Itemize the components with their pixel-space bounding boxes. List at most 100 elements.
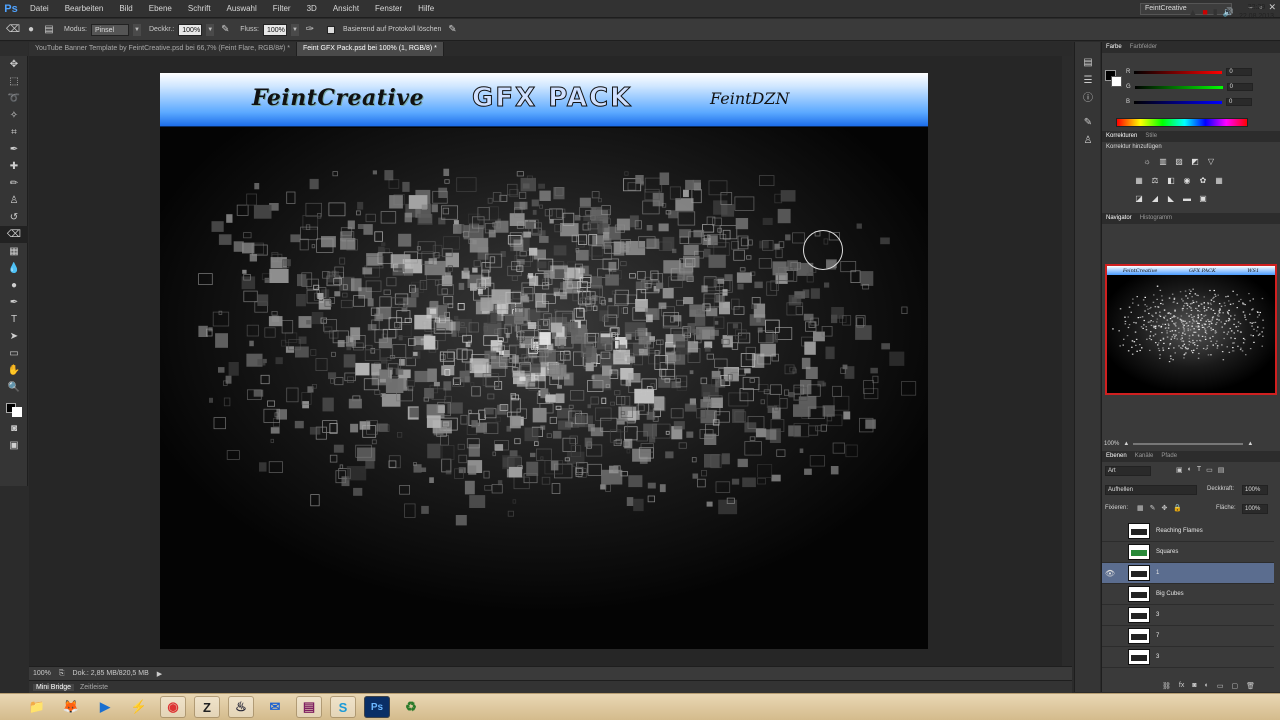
- new-adjustment-icon[interactable]: ◐: [1205, 682, 1209, 690]
- canvas-area[interactable]: FeintCreative GFX PACK FeintDZN: [29, 56, 1062, 666]
- shape-tool-icon[interactable]: ▭: [0, 345, 28, 362]
- menu-ansicht[interactable]: Ansicht: [325, 0, 367, 18]
- channel-r-value[interactable]: 0: [1226, 68, 1253, 76]
- pen-tool-icon[interactable]: ✒: [0, 294, 28, 311]
- filter-type-icon[interactable]: T: [1197, 466, 1201, 474]
- skype-icon[interactable]: S: [330, 696, 356, 718]
- curves-icon[interactable]: ▨: [1174, 157, 1184, 167]
- tab-gfx-pack[interactable]: Feint GFX Pack.psd bei 100% (1, RGB/8) *: [297, 42, 444, 56]
- tab-stile[interactable]: Stile: [1145, 131, 1157, 142]
- zoom-tool-icon[interactable]: 🔍: [0, 379, 28, 396]
- gradient-tool-icon[interactable]: ▦: [0, 243, 28, 260]
- zoom-in-icon[interactable]: ▲: [1247, 441, 1253, 447]
- tab-farbe[interactable]: Farbe: [1106, 42, 1122, 53]
- crop-tool-icon[interactable]: ⌗: [0, 124, 28, 141]
- tab-histogramm[interactable]: Histogramm: [1140, 213, 1172, 224]
- pressure-size-icon[interactable]: ✎: [445, 23, 459, 37]
- tab-ebenen[interactable]: Ebenen: [1106, 451, 1127, 462]
- channel-b-value[interactable]: 0: [1226, 98, 1253, 106]
- delete-layer-icon[interactable]: 🗑: [1246, 682, 1255, 690]
- slider-g-bar[interactable]: [1134, 85, 1223, 89]
- document-canvas[interactable]: FeintCreative GFX PACK FeintDZN: [160, 73, 928, 649]
- color-spectrum[interactable]: [1116, 118, 1248, 127]
- eyedropper-tool-icon[interactable]: ✒: [0, 141, 28, 158]
- history-brush-icon[interactable]: ↺: [0, 209, 28, 226]
- toolbar-grip[interactable]: [0, 42, 28, 56]
- filter-shape-icon[interactable]: ▭: [1206, 466, 1213, 474]
- menu-bild[interactable]: Bild: [111, 0, 140, 18]
- layer-row[interactable]: 3: [1102, 605, 1274, 626]
- new-group-icon[interactable]: ▭: [1217, 682, 1224, 690]
- layer-opacity-field[interactable]: 100%: [1242, 485, 1268, 495]
- info-panel-icon[interactable]: ⓘ: [1075, 90, 1101, 108]
- chevron-down-icon[interactable]: ▼: [290, 23, 299, 36]
- quick-mask-icon[interactable]: ◙: [0, 420, 28, 437]
- brush-panel-icon[interactable]: ✎: [1075, 114, 1101, 132]
- navigator-zoom[interactable]: 100%: [1104, 441, 1119, 447]
- menu-ebene[interactable]: Ebene: [141, 0, 180, 18]
- layer-style-icon[interactable]: fx: [1179, 682, 1184, 690]
- slider-r[interactable]: R 0: [1126, 67, 1276, 77]
- new-layer-icon[interactable]: ▢: [1231, 682, 1238, 690]
- add-mask-icon[interactable]: ◙: [1192, 682, 1196, 690]
- menu-bearbeiten[interactable]: Bearbeiten: [57, 0, 112, 18]
- clone-source-icon[interactable]: ♙: [1075, 132, 1101, 150]
- lock-transparent-icon[interactable]: ▦: [1137, 504, 1144, 512]
- tab-youtube-banner[interactable]: YouTube Banner Template by FeintCreative…: [29, 42, 297, 56]
- tab-farbfelder[interactable]: Farbfelder: [1130, 42, 1157, 53]
- properties-panel-icon[interactable]: ☰: [1075, 72, 1101, 90]
- lock-position-icon[interactable]: ✥: [1162, 504, 1168, 512]
- airbrush-icon[interactable]: ✑: [303, 23, 317, 37]
- color-balance-icon[interactable]: ⚖: [1150, 176, 1160, 186]
- zoom-slider[interactable]: [1133, 442, 1244, 445]
- chevron-down-icon[interactable]: ▼: [206, 23, 215, 36]
- type-tool-icon[interactable]: T: [0, 311, 28, 328]
- tab-zeitleiste[interactable]: Zeitleiste: [80, 684, 108, 691]
- opacity-field[interactable]: 100%: [178, 23, 203, 36]
- network-icon[interactable]: ▮: [1213, 7, 1218, 18]
- background-swatch[interactable]: [1111, 76, 1122, 87]
- fill-field[interactable]: 100%: [1242, 504, 1268, 514]
- clone-stamp-icon[interactable]: ♙: [0, 192, 28, 209]
- layer-row[interactable]: 7: [1102, 626, 1274, 647]
- threshold-icon[interactable]: ◣: [1166, 194, 1176, 204]
- menu-datei[interactable]: Datei: [22, 0, 57, 18]
- menu-auswahl[interactable]: Auswahl: [219, 0, 265, 18]
- path-select-icon[interactable]: ➤: [0, 328, 28, 345]
- steam-icon[interactable]: ♨: [228, 696, 254, 718]
- quick-select-tool-icon[interactable]: ✧: [0, 107, 28, 124]
- tab-pfade[interactable]: Pfade: [1161, 451, 1177, 462]
- clock[interactable]: 22:29 22.08.2013: [1239, 3, 1274, 21]
- color-swatches-icon[interactable]: [0, 396, 28, 420]
- channel-g-value[interactable]: 0: [1226, 83, 1253, 91]
- screen-mode-icon[interactable]: ▣: [0, 437, 28, 454]
- black-white-icon[interactable]: ◧: [1166, 176, 1176, 186]
- zorin-icon[interactable]: Z: [194, 696, 220, 718]
- filter-adjust-icon[interactable]: ◐: [1188, 466, 1192, 474]
- winrar-icon[interactable]: ▤: [296, 696, 322, 718]
- navigator-thumbnail[interactable]: FeintCreative GFX PACK WS1: [1105, 264, 1277, 395]
- visibility-eye-icon[interactable]: 👁: [1102, 569, 1118, 578]
- selective-color-icon[interactable]: ▣: [1198, 194, 1208, 204]
- blur-tool-icon[interactable]: 💧: [0, 260, 28, 277]
- menu-3d[interactable]: 3D: [299, 0, 325, 18]
- mode-select[interactable]: Pinsel: [90, 23, 129, 36]
- flow-field[interactable]: 100%: [262, 23, 287, 36]
- hand-tool-icon[interactable]: ✋: [0, 362, 28, 379]
- volume-icon[interactable]: 🔊: [1223, 7, 1234, 18]
- history-erase-checkbox[interactable]: [326, 25, 335, 34]
- zoom-out-icon[interactable]: ▲: [1123, 441, 1129, 447]
- tab-mini-bridge[interactable]: Mini Bridge: [33, 683, 75, 691]
- menu-fenster[interactable]: Fenster: [367, 0, 410, 18]
- explorer-icon[interactable]: 📁: [24, 696, 50, 718]
- blend-mode-select[interactable]: Aufhellen: [1105, 485, 1197, 495]
- slider-b[interactable]: B 0: [1126, 97, 1276, 107]
- firefox-icon[interactable]: 🦊: [58, 696, 84, 718]
- marquee-tool-icon[interactable]: ⬚: [0, 73, 28, 90]
- history-panel-icon[interactable]: ▤: [1075, 54, 1101, 72]
- menu-schrift[interactable]: Schrift: [180, 0, 219, 18]
- chevron-down-icon[interactable]: ▼: [132, 23, 141, 36]
- filter-pixel-icon[interactable]: ▣: [1176, 466, 1183, 474]
- posterize-icon[interactable]: ◢: [1150, 194, 1160, 204]
- tray-app-icon[interactable]: ■: [1202, 7, 1207, 17]
